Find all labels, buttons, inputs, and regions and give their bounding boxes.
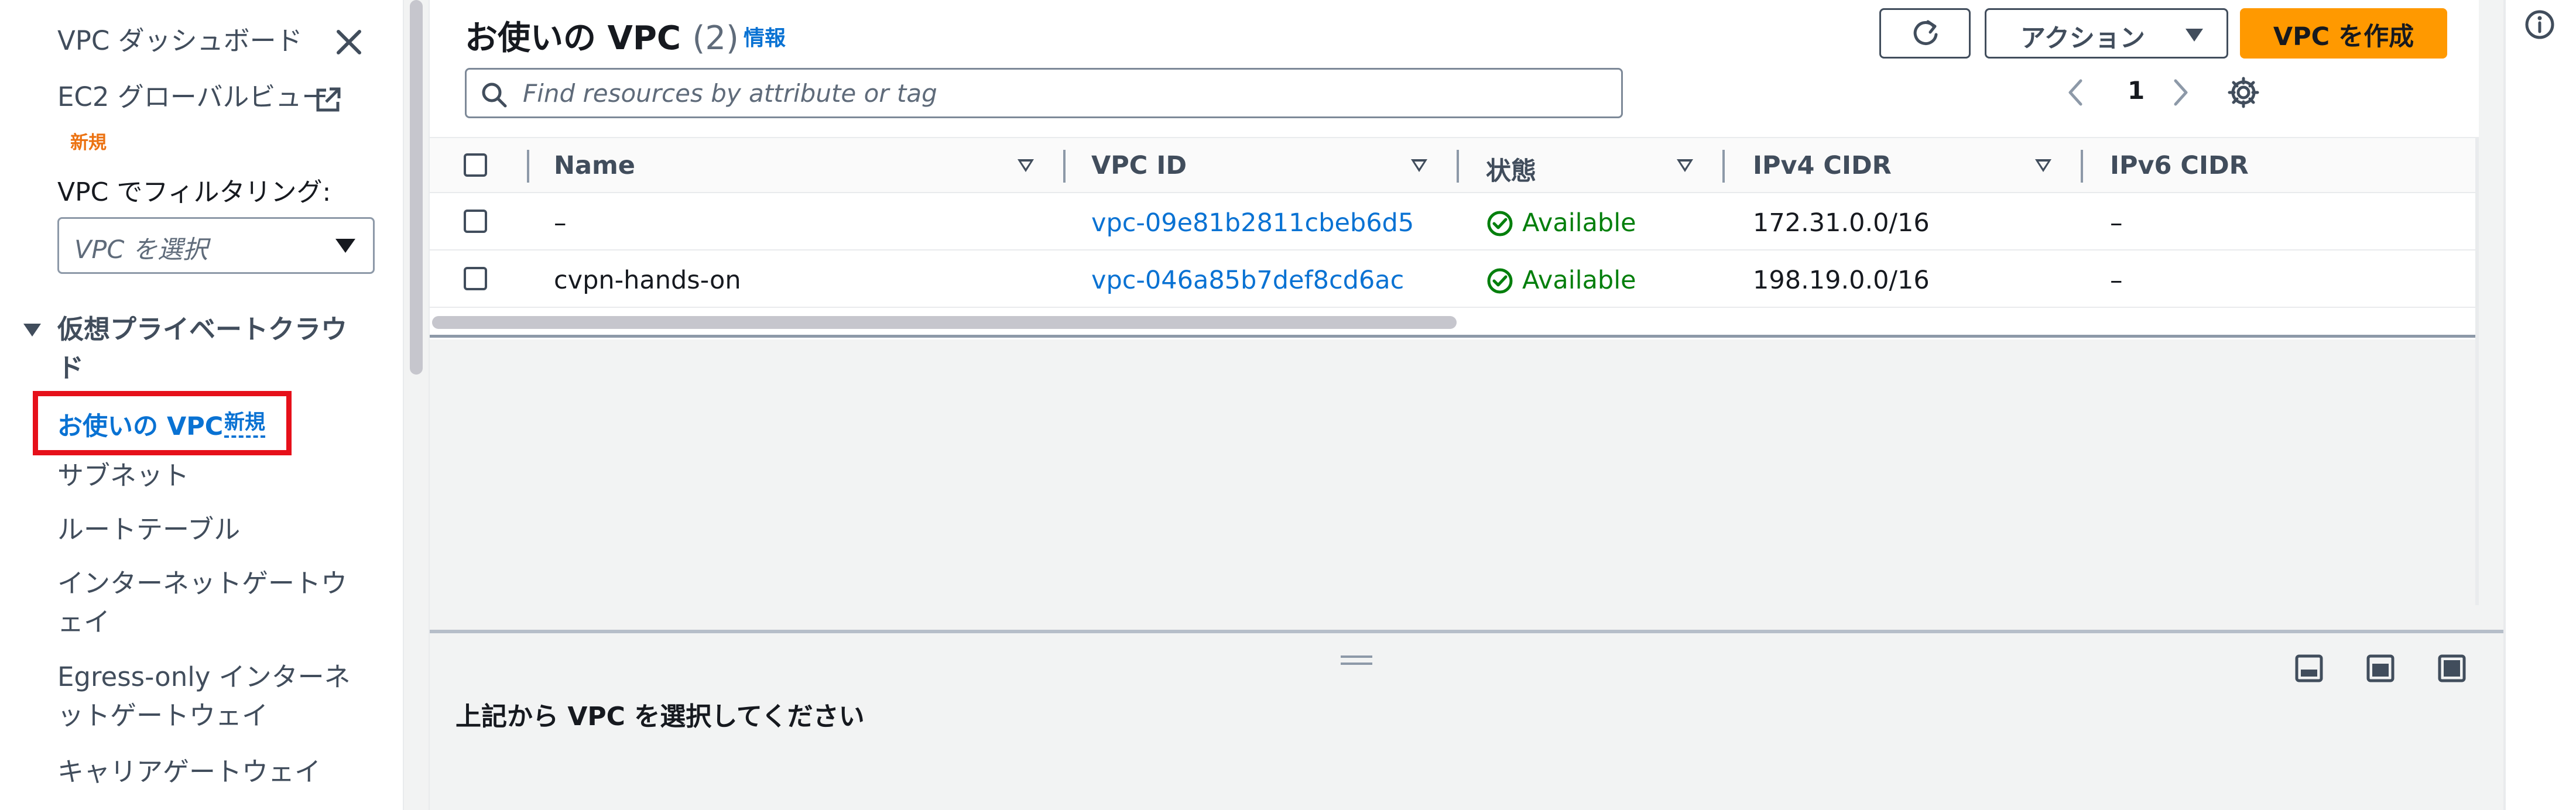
search-icon <box>482 83 507 108</box>
pagination-current-page[interactable]: 1 <box>2128 76 2145 105</box>
panel-bottom-icon[interactable] <box>2294 653 2324 684</box>
caret-down-icon <box>2186 29 2203 42</box>
actions-dropdown-button[interactable]: アクション <box>1985 8 2228 59</box>
vpc-count: (2) <box>692 19 739 57</box>
sidebar-item-egress-only-gateways[interactable]: Egress-only インターネットゲートウェイ <box>57 658 362 735</box>
close-icon[interactable] <box>331 25 366 60</box>
table-bottom-border <box>430 335 2479 338</box>
main-content: お使いの VPC (2) 情報 アクション VPC を作成 Find resou… <box>430 0 2506 810</box>
panel-side-icon[interactable] <box>2365 653 2396 684</box>
vpc-filter-label: VPC でフィルタリング: <box>57 177 331 207</box>
section-title-virtual-private-cloud[interactable]: 仮想プライベートクラウド <box>57 310 350 387</box>
page-title: お使いの VPC (2) <box>465 12 739 59</box>
actions-label: アクション <box>2020 24 2145 53</box>
cell-state: Available <box>1486 208 1636 238</box>
sidebar-scroll-thumb[interactable] <box>410 0 423 375</box>
column-divider[interactable] <box>1722 150 1725 183</box>
column-divider[interactable] <box>1063 150 1066 183</box>
split-panel: 上記から VPC を選択してください <box>430 630 2506 810</box>
section-expand-icon[interactable] <box>23 324 41 337</box>
status-available-icon <box>1487 211 1513 236</box>
vpc-filter-placeholder: VPC を選択 <box>74 235 208 265</box>
sidebar-item-your-vpcs[interactable]: お使いの VPC <box>57 406 223 442</box>
cell-vpc-id-link[interactable]: vpc-046a85b7def8cd6ac <box>1091 266 1404 295</box>
cell-name: – <box>554 208 567 238</box>
row-checkbox[interactable] <box>464 210 487 233</box>
split-panel-message: 上記から VPC を選択してください <box>455 702 865 732</box>
sidebar-item-vpc-dashboard[interactable]: VPC ダッシュボード <box>57 23 303 59</box>
sidebar-item-ec2-global-view[interactable]: EC2 グローバルビュー <box>57 80 328 115</box>
table-right-border <box>2475 137 2479 605</box>
vpc-filter-select[interactable]: VPC を選択 <box>57 217 375 274</box>
search-bar <box>465 68 1623 118</box>
column-header-state[interactable]: 状態 <box>1486 151 1536 187</box>
cell-ipv4-cidr: 198.19.0.0/16 <box>1753 266 1930 295</box>
sidebar-item-carrier-gateways[interactable]: キャリアゲートウェイ <box>57 753 321 791</box>
cell-state: Available <box>1486 266 1636 295</box>
new-badge: 新規 <box>70 132 107 153</box>
external-link-icon[interactable] <box>313 85 342 115</box>
chevron-left-icon[interactable] <box>2061 75 2090 110</box>
state-text: Available <box>1522 266 1636 295</box>
state-text: Available <box>1522 208 1636 238</box>
select-all-checkbox[interactable] <box>464 153 487 177</box>
info-icon[interactable] <box>2523 8 2556 41</box>
column-header-ipv6-cidr[interactable]: IPv6 CIDR <box>2110 151 2249 180</box>
refresh-icon <box>1913 20 1938 45</box>
column-divider <box>527 150 529 183</box>
cell-ipv6-cidr: – <box>2110 208 2123 238</box>
sort-icon[interactable] <box>1018 159 1034 172</box>
table-row[interactable]: cvpn-hands-on vpc-046a85b7def8cd6ac Avai… <box>430 250 2479 308</box>
cell-ipv4-cidr: 172.31.0.0/16 <box>1753 208 1930 238</box>
horizontal-scrollbar-thumb[interactable] <box>432 316 1457 329</box>
row-checkbox[interactable] <box>464 267 487 290</box>
create-vpc-button[interactable]: VPC を作成 <box>2240 8 2447 59</box>
sort-icon[interactable] <box>2035 159 2051 172</box>
new-badge-link[interactable]: 新規 <box>224 410 266 438</box>
status-available-icon <box>1487 268 1513 294</box>
vpc-table-container: お使いの VPC (2) 情報 アクション VPC を作成 Find resou… <box>430 0 2479 339</box>
sidebar-item-route-tables[interactable]: ルートテーブル <box>57 510 240 549</box>
sidebar-scrollbar[interactable] <box>403 0 430 810</box>
panel-full-icon[interactable] <box>2437 653 2467 684</box>
navigation-sidebar: VPC ダッシュボード EC2 グローバルビュー 新規 VPC でフィルタリング… <box>0 0 403 810</box>
settings-icon[interactable] <box>2226 75 2261 110</box>
cell-name: cvpn-hands-on <box>554 266 741 295</box>
table-header: Name VPC ID 状態 IPv4 CIDR IPv6 CIDR <box>430 137 2479 193</box>
chevron-right-icon[interactable] <box>2166 75 2195 110</box>
create-vpc-label: VPC を作成 <box>2273 22 2414 52</box>
split-panel-resize-handle[interactable] <box>1341 655 1372 665</box>
info-link[interactable]: 情報 <box>744 21 786 52</box>
sidebar-item-subnets[interactable]: サブネット <box>57 457 189 495</box>
cell-ipv6-cidr: – <box>2110 266 2123 295</box>
table-row[interactable]: – vpc-09e81b2811cbeb6d5 Available 172.31… <box>430 193 2479 250</box>
column-header-vpc-id[interactable]: VPC ID <box>1091 151 1187 180</box>
app-root: VPC ダッシュボード EC2 グローバルビュー 新規 VPC でフィルタリング… <box>0 0 2576 810</box>
column-divider[interactable] <box>1457 150 1459 183</box>
column-divider[interactable] <box>2081 150 2083 183</box>
column-header-ipv4-cidr[interactable]: IPv4 CIDR <box>1753 151 1892 180</box>
column-header-name[interactable]: Name <box>554 151 635 180</box>
refresh-button[interactable] <box>1879 8 1971 59</box>
cell-vpc-id-link[interactable]: vpc-09e81b2811cbeb6d5 <box>1091 208 1414 238</box>
sidebar-item-internet-gateways[interactable]: インターネットゲートウェイ <box>57 564 362 641</box>
caret-down-icon <box>335 239 355 253</box>
sort-icon[interactable] <box>1411 159 1427 172</box>
right-rail-border <box>2503 0 2506 810</box>
sort-icon[interactable] <box>1677 159 1693 172</box>
page-title-text: お使いの VPC <box>465 19 681 57</box>
search-input[interactable] <box>523 75 1606 111</box>
